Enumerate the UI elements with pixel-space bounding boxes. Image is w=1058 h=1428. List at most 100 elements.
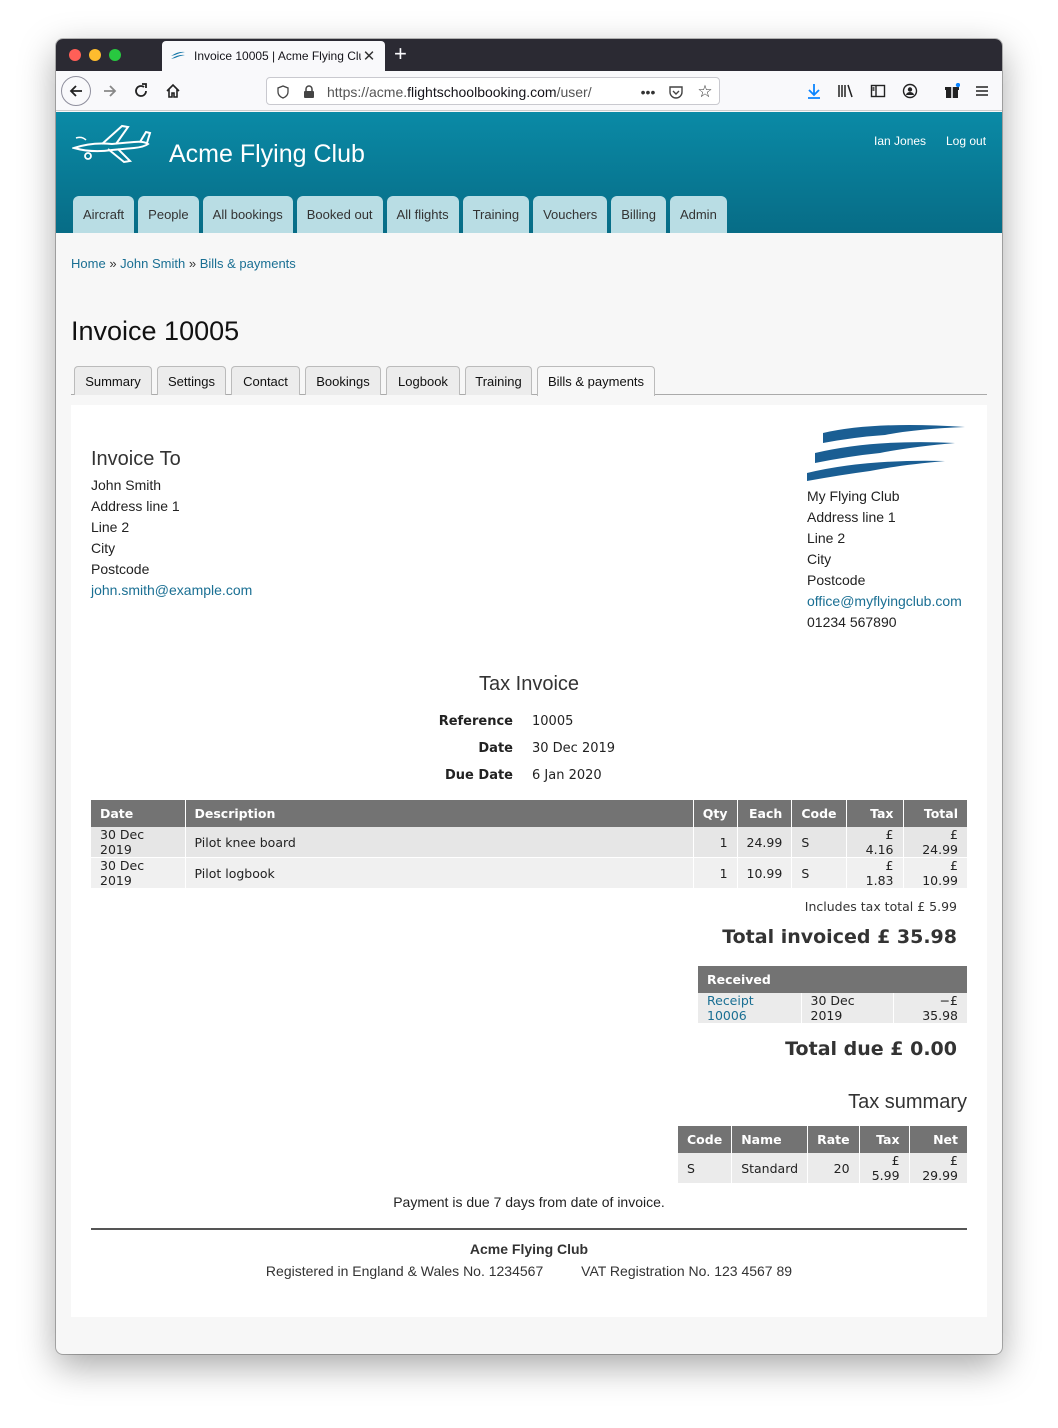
library-button[interactable] xyxy=(832,77,860,105)
account-button[interactable] xyxy=(896,77,924,105)
column-header: Tax xyxy=(859,1126,910,1153)
nav-all-flights[interactable]: All flights xyxy=(386,196,459,233)
receipt-link[interactable]: Receipt 10006 xyxy=(707,993,754,1023)
breadcrumb-bills[interactable]: Bills & payments xyxy=(200,256,296,271)
tab-logbook[interactable]: Logbook xyxy=(386,366,460,395)
tab-settings[interactable]: Settings xyxy=(157,366,226,395)
downloads-button[interactable] xyxy=(800,77,828,105)
browser-window: Invoice 10005 | Acme Flying Club ✕ + htt… xyxy=(56,39,1002,1354)
total-due: Total due £ 0.00 xyxy=(785,1038,957,1060)
nav-training[interactable]: Training xyxy=(462,196,530,233)
page-actions-icon[interactable]: ••• xyxy=(638,82,658,102)
tab-title: Invoice 10005 | Acme Flying Club xyxy=(194,49,361,63)
tab-bookings[interactable]: Bookings xyxy=(305,366,381,395)
total-invoiced: Total invoiced £ 35.98 xyxy=(722,926,957,948)
extensions-icon xyxy=(945,83,960,98)
received-header: Received xyxy=(698,966,967,993)
menu-button[interactable] xyxy=(968,77,996,105)
site-title[interactable]: Acme Flying Club xyxy=(169,140,365,169)
nav-people[interactable]: People xyxy=(138,196,199,233)
close-window-button[interactable] xyxy=(69,49,81,61)
tab-summary[interactable]: Summary xyxy=(74,366,152,395)
minimize-window-button[interactable] xyxy=(89,49,101,61)
customer-email-link[interactable]: john.smith@example.com xyxy=(91,582,252,598)
vat-registration: VAT Registration No. 123 4567 89 xyxy=(581,1263,793,1279)
url-text: https://acme.flightschoolbooking.com/use… xyxy=(327,84,592,100)
column-header: Code xyxy=(678,1126,733,1153)
nav-all-bookings[interactable]: All bookings xyxy=(202,196,293,233)
subtabs: Summary Settings Contact Bookings Logboo… xyxy=(71,366,987,396)
tax-total-line: Includes tax total £ 5.99 xyxy=(804,899,957,914)
footer-divider xyxy=(91,1228,967,1230)
nav-booked-out[interactable]: Booked out xyxy=(296,196,383,233)
browser-tab[interactable]: Invoice 10005 | Acme Flying Club ✕ xyxy=(162,41,385,71)
item-code: S xyxy=(791,827,847,858)
address-line: City xyxy=(807,551,832,567)
user-name-link[interactable]: Ian Jones xyxy=(874,134,926,148)
airplane-logo-icon[interactable] xyxy=(72,122,154,166)
tab-contact[interactable]: Contact xyxy=(231,366,300,395)
table-row: S Standard 20 £ 5.99 £ 29.99 xyxy=(678,1153,967,1184)
navigation-bar: https://acme.flightschoolbooking.com/use… xyxy=(56,71,1002,111)
new-tab-icon[interactable]: + xyxy=(394,43,407,65)
url-bar[interactable]: https://acme.flightschoolbooking.com/use… xyxy=(266,77,720,105)
bookmark-star-icon[interactable]: ☆ xyxy=(695,82,715,102)
reload-button[interactable] xyxy=(127,77,155,105)
column-header: Code xyxy=(791,800,847,827)
column-header: Qty xyxy=(693,800,738,827)
tab-bills-payments[interactable]: Bills & payments xyxy=(537,366,655,396)
club-email-link[interactable]: office@myflyingclub.com xyxy=(807,593,962,609)
address-line: Line 2 xyxy=(91,519,130,535)
reload-icon xyxy=(135,83,147,97)
address-line: John Smith xyxy=(91,477,162,493)
site-header: Acme Flying Club Ian Jones Log out Aircr… xyxy=(56,112,1002,233)
tax-net: £ 29.99 xyxy=(909,1153,967,1184)
lock-icon[interactable] xyxy=(299,82,319,102)
hamburger-menu-icon xyxy=(976,86,988,96)
page-title: Invoice 10005 xyxy=(71,316,240,346)
tax-name: Standard xyxy=(731,1153,809,1184)
item-qty: 1 xyxy=(693,857,738,889)
club-favicon-icon xyxy=(171,51,185,59)
date-value: 30 Dec 2019 xyxy=(532,741,616,756)
sidebar-button[interactable] xyxy=(864,77,892,105)
table-header-row: Received xyxy=(698,966,967,993)
forward-arrow-icon xyxy=(104,85,117,97)
item-code: S xyxy=(791,857,847,889)
maximize-window-button[interactable] xyxy=(109,49,121,61)
club-phone: 01234 567890 xyxy=(807,614,897,630)
logout-link[interactable]: Log out xyxy=(946,134,986,148)
download-icon xyxy=(808,84,820,99)
address-line: My Flying Club xyxy=(807,488,900,504)
forward-button[interactable] xyxy=(96,77,124,105)
back-button[interactable] xyxy=(61,76,91,106)
item-qty: 1 xyxy=(693,827,738,858)
breadcrumb: Home » John Smith » Bills & payments xyxy=(71,256,296,271)
tax-amount: £ 5.99 xyxy=(859,1153,910,1184)
tab-training[interactable]: Training xyxy=(465,366,532,395)
item-total: £ 24.99 xyxy=(903,827,967,858)
shield-icon[interactable] xyxy=(273,82,293,102)
breadcrumb-home[interactable]: Home xyxy=(71,256,106,271)
extensions-button[interactable] xyxy=(938,77,966,105)
address-line: City xyxy=(91,540,116,556)
tab-strip: Invoice 10005 | Acme Flying Club ✕ + xyxy=(56,39,1002,71)
due-date-value: 6 Jan 2020 xyxy=(532,768,602,783)
invoice-items-table: Date Description Qty Each Code Tax Total… xyxy=(91,800,967,889)
column-header: Rate xyxy=(807,1126,860,1153)
nav-vouchers[interactable]: Vouchers xyxy=(533,196,608,233)
item-each: 24.99 xyxy=(737,827,793,858)
tax-invoice-heading: Tax Invoice xyxy=(478,673,580,695)
breadcrumb-person[interactable]: John Smith xyxy=(120,256,185,271)
invoice-to-heading: Invoice To xyxy=(91,448,181,470)
tax-summary-heading: Tax summary xyxy=(848,1091,967,1113)
close-tab-icon[interactable]: ✕ xyxy=(361,47,377,65)
nav-billing[interactable]: Billing xyxy=(611,196,666,233)
tax-code: S xyxy=(678,1153,733,1184)
nav-admin[interactable]: Admin xyxy=(669,196,727,233)
item-tax: £ 4.16 xyxy=(846,827,904,858)
pocket-icon[interactable] xyxy=(666,82,686,102)
nav-aircraft[interactable]: Aircraft xyxy=(73,196,135,233)
home-button[interactable] xyxy=(159,77,187,105)
main-nav: Aircraft People All bookings Booked out … xyxy=(73,196,731,233)
